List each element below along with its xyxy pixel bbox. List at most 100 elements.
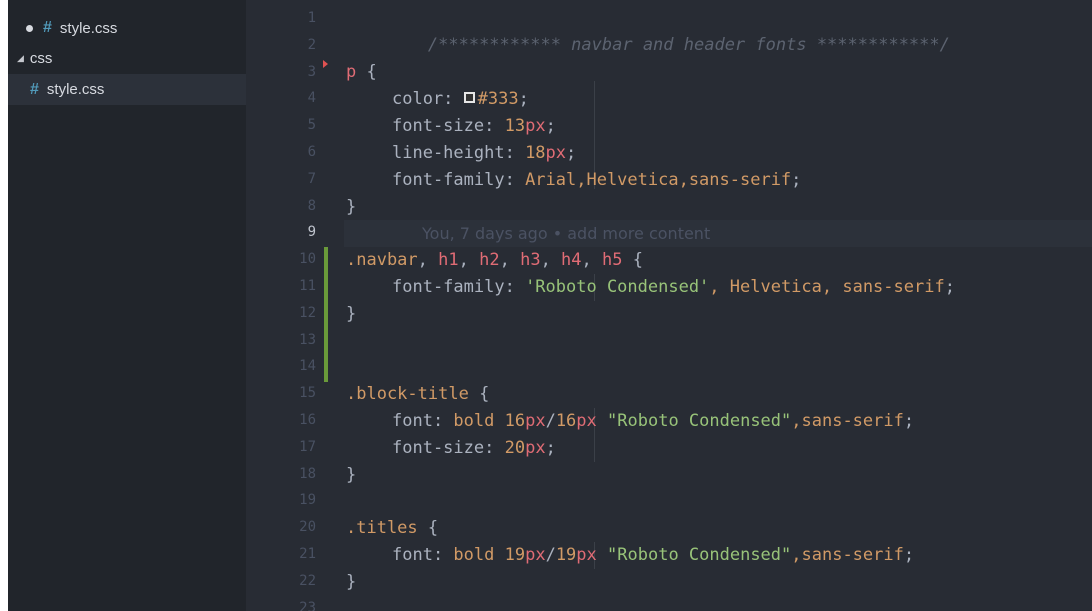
unit: px: [576, 545, 597, 565]
semicolon: ;: [791, 170, 802, 190]
brace: }: [346, 465, 357, 485]
line-number: 21: [299, 546, 316, 562]
property: font-family:: [392, 170, 526, 190]
brace: {: [417, 518, 439, 538]
code-line-11: font-family: 'Roboto Condensed', Helveti…: [392, 274, 1092, 301]
line-number-gutter: 1 2 3 4 5 6 7 8 9 10 11 12 13 14 15 16 17 18 19 20 21 22 23: [246, 0, 326, 611]
vscode-window: # style.css ◢ css # style.css 1234567891…: [8, 0, 1092, 611]
line-number: 12: [299, 304, 316, 321]
code-line-4: color: #333;: [392, 86, 1092, 113]
unit: px: [545, 143, 567, 163]
slash: /: [545, 411, 556, 431]
line-number: 5: [307, 117, 316, 134]
value: 20: [504, 438, 526, 458]
value: bold 16: [453, 411, 526, 431]
unit: px: [576, 411, 597, 431]
line-number: 16: [299, 412, 316, 428]
semicolon: ;: [566, 143, 577, 163]
semicolon: ;: [518, 89, 529, 109]
folder-css[interactable]: ◢ css: [8, 44, 246, 72]
semicolon: ;: [545, 438, 556, 458]
semicolon: ;: [944, 277, 955, 297]
comma: ,: [499, 250, 521, 270]
semicolon: ;: [903, 545, 915, 565]
value: Arial,Helvetica,sans-serif: [525, 170, 792, 190]
string: 'Roboto Condensed': [525, 277, 710, 297]
code-line-10: .navbar, h1, h2, h3, h4, h5 {: [346, 247, 1092, 274]
code-line-20: .titles {: [346, 515, 1092, 542]
comment: /************ navbar and header fonts **…: [427, 35, 950, 55]
folder-name: css: [29, 49, 53, 67]
code-line-15: .block-title {: [346, 381, 1092, 408]
code-line-22: }: [346, 569, 1092, 596]
brace: }: [346, 197, 357, 217]
value: 18: [525, 143, 546, 163]
chevron-down-icon: ◢: [17, 52, 24, 63]
property: font-size:: [392, 116, 505, 136]
semicolon: ;: [545, 116, 556, 136]
color-swatch-icon[interactable]: [463, 92, 475, 103]
blame-text: You, 7 days ago • add more content: [422, 224, 711, 243]
line-number: 23: [299, 599, 316, 611]
open-editor-item[interactable]: # style.css: [8, 12, 246, 44]
value: 19: [555, 545, 577, 565]
line-number: 22: [299, 572, 316, 589]
value: ,sans-serif: [791, 545, 904, 565]
line-number: 6: [307, 144, 316, 160]
unit: px: [525, 438, 546, 458]
line-number: 4: [307, 90, 316, 107]
brace: {: [468, 384, 490, 404]
code-editor[interactable]: 1 2 3 4 5 6 7 8 9 10 11 12 13 14 15 16 17 18 19 20 21 22 23 /*…: [246, 0, 1092, 611]
line-number: 18: [299, 465, 316, 482]
selector: h1: [438, 250, 459, 270]
brace: }: [346, 572, 357, 592]
class-selector: .block-title: [346, 384, 469, 404]
line-number: 19: [299, 492, 316, 509]
git-blame-annotation: You, 7 days ago • add more content: [422, 220, 1092, 247]
semicolon: ;: [903, 411, 915, 431]
class-selector: .titles: [346, 518, 418, 538]
code-line-3: p {: [346, 59, 1092, 86]
line-number: 7: [307, 170, 316, 187]
line-number: 8: [307, 197, 316, 214]
unit: px: [525, 411, 546, 431]
explorer-sidebar: # style.css ◢ css # style.css: [8, 0, 246, 611]
file-item-style-css[interactable]: # style.css: [8, 74, 246, 105]
line-number: 11: [299, 278, 316, 294]
comma: ,: [540, 250, 562, 270]
property: color:: [392, 89, 464, 109]
value: 16: [555, 411, 577, 431]
code-line-16: font: bold 16px/16px "Roboto Condensed",…: [392, 408, 1092, 435]
code-line-17: font-size: 20px;: [392, 435, 1092, 462]
property: font-family:: [392, 277, 526, 297]
line-number: 20: [299, 519, 316, 536]
property: font-size:: [392, 438, 505, 458]
selector: h4: [561, 250, 582, 270]
slash: /: [545, 545, 556, 565]
brace: {: [356, 62, 377, 82]
comma: ,: [581, 250, 603, 270]
line-number: 15: [299, 385, 316, 402]
unit: px: [525, 545, 546, 565]
line-number: 17: [299, 438, 316, 455]
brace: {: [622, 250, 643, 270]
code-line-21: font: bold 19px/19px "Roboto Condensed",…: [392, 542, 1092, 569]
unsaved-dot-icon: [26, 24, 33, 32]
value: , Helvetica, sans-serif: [709, 277, 945, 297]
file-name: style.css: [46, 81, 105, 98]
value: bold 19: [453, 545, 526, 565]
property: line-height:: [392, 143, 526, 163]
line-number: 1: [307, 10, 316, 26]
css-file-icon: #: [43, 19, 52, 36]
value: #333: [477, 89, 519, 109]
code-line-1: /************ navbar and header fonts **…: [346, 5, 1092, 55]
code-line-6: line-height: 18px;: [392, 140, 1092, 167]
code-line-18: }: [346, 462, 1092, 489]
property: font:: [392, 545, 454, 565]
brace: }: [346, 304, 357, 324]
comma: ,: [417, 250, 439, 270]
code-line-12: }: [346, 301, 1092, 328]
string: "Roboto Condensed": [607, 411, 792, 431]
line-number: 9: [307, 224, 316, 241]
